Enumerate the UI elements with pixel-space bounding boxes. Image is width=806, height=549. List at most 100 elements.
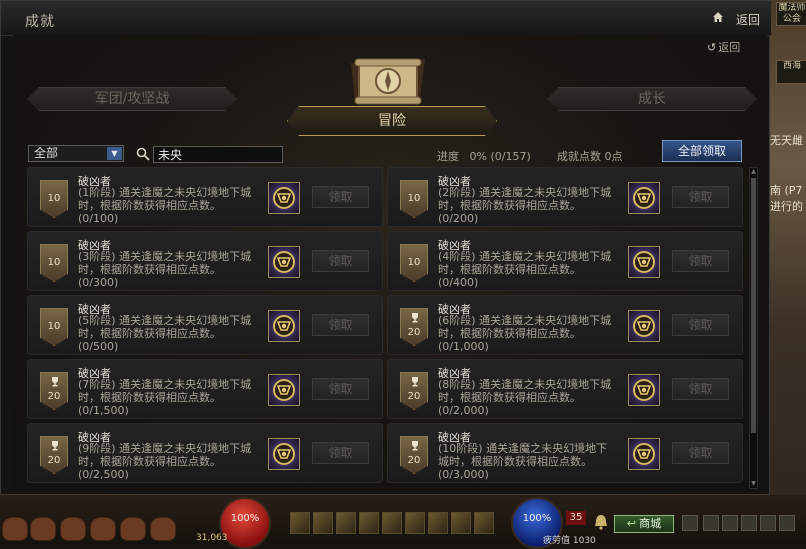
world-note: 进行的 [770,200,803,213]
trophy-icon [52,441,58,451]
skill-slot[interactable] [290,512,310,534]
window-titlebar: 成就 返回 [1,1,771,36]
achievement-description: (4阶段) 通关逢魔之未央幻境地下城时，根据阶数获得相应点数。 [438,250,616,276]
character-icon[interactable] [703,515,719,531]
points-badge: 20 [40,372,68,410]
search-input[interactable] [153,146,283,163]
reward-medal-icon [273,443,295,465]
skill-tree-icon[interactable] [779,515,795,531]
home-icon[interactable] [713,12,723,22]
claim-button[interactable]: 领取 [312,442,369,464]
skill-slot[interactable] [382,512,402,534]
reward-slot[interactable] [268,438,300,470]
skill-slot[interactable] [474,512,494,534]
achievement-progress: (0/200) [438,212,479,225]
claim-button[interactable]: 领取 [312,250,369,272]
claim-all-button[interactable]: 全部领取 [662,140,742,162]
world-note: 南 (P7 [770,184,803,197]
claim-button[interactable]: 领取 [312,314,369,336]
skill-slot[interactable] [451,512,471,534]
skill-slot[interactable] [336,512,356,534]
claim-button[interactable]: 领取 [672,186,729,208]
points-badge: 10 [40,308,68,346]
potion-slot[interactable] [90,517,116,541]
reward-slot[interactable] [268,310,300,342]
mail-icon[interactable] [722,515,738,531]
potion-slot[interactable] [60,517,86,541]
achievement-card: 10 破凶者 (5阶段) 通关逢魔之未央幻境地下城时，根据阶数获得相应点数。 (0/5… [27,295,383,355]
guild-icon[interactable] [760,515,776,531]
list-scrollbar[interactable]: ▲ ▼ [749,167,758,489]
progress-value: 0% (0/157) [469,150,531,163]
points-badge-value: 10 [47,257,61,268]
achievement-progress: (0/1,500) [78,404,129,417]
tab-adventure[interactable]: 冒险 [287,106,497,136]
achievement-card: 20 破凶者 (10阶段) 通关逢魔之未央幻境地下城时，根据阶数获得相应点数。 (0/… [387,423,743,483]
potion-slot[interactable] [150,517,176,541]
scroll-up-icon[interactable]: ▲ [750,168,757,176]
return-button[interactable]: 返回 [736,11,760,28]
achievement-description: (10阶段) 通关逢魔之未央幻境地下城时，根据阶数获得相应点数。 [438,442,616,468]
trophy-icon [52,377,58,387]
chevron-down-icon[interactable]: ▼ [107,147,122,160]
claim-button[interactable]: 领取 [672,442,729,464]
reward-slot[interactable] [268,182,300,214]
trophy-icon [412,441,418,451]
fatigue-value: 疲劳值 1030 [543,536,596,546]
achievement-list: 10 破凶者 (1阶段) 通关逢魔之未央幻境地下城时，根据阶数获得相应点数。 (0/1… [27,167,749,489]
achievement-stage: (1阶段) [78,186,116,199]
points-badge-value: 10 [47,321,61,332]
settings-icon[interactable] [741,515,757,531]
reward-slot[interactable] [628,182,660,214]
achievement-stage: (9阶段) [78,442,116,455]
achievement-description: (5阶段) 通关逢魔之未央幻境地下城时，根据阶数获得相应点数。 [78,314,256,340]
claim-button[interactable]: 领取 [672,314,729,336]
reward-slot[interactable] [628,310,660,342]
skill-slot[interactable] [359,512,379,534]
skill-slot[interactable] [405,512,425,534]
achievement-stage: (8阶段) [438,378,476,391]
area-sign: 西海 [776,60,806,84]
tab-legion[interactable]: 军团/攻坚战 [27,87,237,111]
reward-slot[interactable] [628,374,660,406]
world-note: 无天雌 [770,134,803,147]
tab-growth[interactable]: 成长 [547,87,757,111]
progress-label: 进度 [437,150,459,163]
bell-icon[interactable] [592,513,610,531]
game-world-right: 魔法师公会 西海 无天雌 南 (P7 进行的 [770,0,806,544]
potion-slot[interactable] [2,517,28,541]
achievement-stage: (6阶段) [438,314,476,327]
achievement-stage: (2阶段) [438,186,476,199]
achievement-card: 10 破凶者 (1阶段) 通关逢魔之未央幻境地下城时，根据阶数获得相应点数。 (0/1… [27,167,383,227]
category-select[interactable]: 全部 ▼ [28,145,124,162]
skill-slot[interactable] [313,512,333,534]
reward-slot[interactable] [268,374,300,406]
reward-medal-icon [633,443,655,465]
category-select-value: 全部 [34,146,59,160]
reward-slot[interactable] [268,246,300,278]
reward-slot[interactable] [628,246,660,278]
inner-back-button[interactable]: ↺ 返回 [707,39,740,55]
achievement-window: 成就 返回 ↺返回 军团/攻坚战 成长 冒险 全部 ▼ 进度 0% (0/157… [0,0,771,495]
potion-slot[interactable] [120,517,146,541]
claim-button[interactable]: 领取 [312,186,369,208]
achievement-progress: (0/100) [78,212,119,225]
skill-slot[interactable] [428,512,448,534]
potion-slot[interactable] [30,517,56,541]
scroll-thumb[interactable] [751,178,756,433]
points-badge: 20 [40,436,68,474]
gold-amount: 31,063 [196,533,228,543]
town-button[interactable]: ↩ 商城 [614,515,674,533]
claim-button[interactable]: 领取 [312,378,369,400]
reward-slot[interactable] [628,438,660,470]
reward-medal-icon [633,315,655,337]
achievement-stage: (10阶段) [438,442,483,455]
scroll-compass-emblem-icon [351,58,425,105]
game-hud: 100% 100% 35 ↩ 商城 31,063 疲劳值 1030 [0,495,806,549]
points-value: 0点 [604,150,623,163]
claim-button[interactable]: 领取 [672,250,729,272]
claim-button[interactable]: 领取 [672,378,729,400]
menu-grid-icon[interactable] [682,515,698,531]
points-badge: 10 [400,180,428,218]
scroll-down-icon[interactable]: ▼ [750,480,757,488]
